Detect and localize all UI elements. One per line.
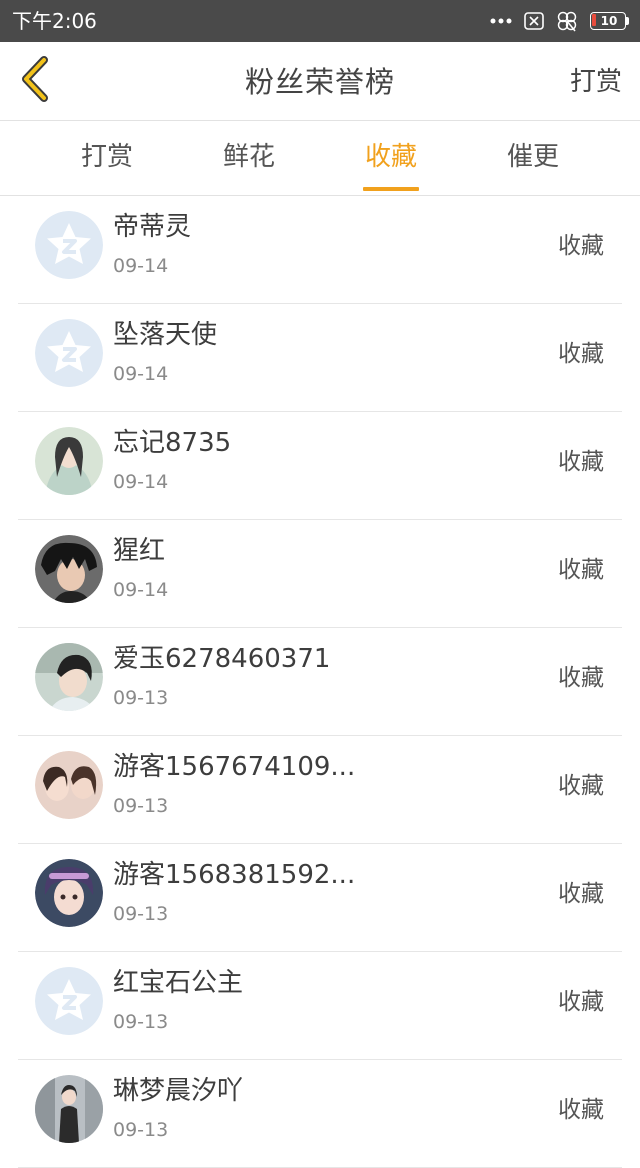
tab-bar: 打赏 鲜花 收藏 催更	[0, 121, 640, 196]
list-item[interactable]: 坠落天使 09-14 收藏	[18, 304, 622, 412]
item-date: 09-13	[113, 1011, 169, 1033]
user-avatar	[35, 643, 103, 711]
active-tab-indicator	[363, 187, 419, 191]
action-label: 收藏	[558, 449, 604, 475]
user-name: 红宝石公主	[113, 968, 244, 998]
tab-urge-update[interactable]: 催更	[462, 121, 604, 195]
tab-label: 鲜花	[222, 142, 275, 172]
user-avatar	[35, 1075, 103, 1143]
page-title: 粉丝荣誉榜	[244, 65, 395, 99]
item-date: 09-13	[113, 903, 169, 925]
fan-list: 帝蒂灵 09-14 收藏 坠落天使 09-14 收藏 忘记8735 09-14 …	[18, 196, 622, 1168]
reward-button[interactable]: 打赏	[570, 62, 622, 102]
action-label: 收藏	[558, 881, 604, 907]
status-bar: 下午2:06 10	[0, 0, 640, 42]
list-item[interactable]: 琳梦晨汐吖 09-13 收藏	[18, 1060, 622, 1168]
user-avatar	[35, 427, 103, 495]
header: 粉丝荣誉榜 打赏	[0, 42, 640, 121]
action-label: 收藏	[558, 665, 604, 691]
status-time: 下午2:06	[12, 9, 97, 33]
item-date: 09-14	[113, 255, 169, 277]
user-name: 游客1567674109...	[113, 752, 356, 782]
action-label: 收藏	[558, 989, 604, 1015]
user-name: 忘记8735	[113, 428, 232, 458]
user-name: 猩红	[113, 536, 166, 566]
tab-label: 催更	[506, 142, 559, 172]
user-avatar	[35, 535, 103, 603]
user-name: 坠落天使	[113, 320, 218, 350]
list-item[interactable]: 帝蒂灵 09-14 收藏	[18, 196, 622, 304]
tab-reward[interactable]: 打赏	[36, 121, 178, 195]
default-avatar-icon	[35, 967, 103, 1035]
user-avatar	[35, 751, 103, 819]
item-date: 09-14	[113, 471, 169, 493]
item-date: 09-14	[113, 579, 169, 601]
list-item[interactable]: 游客1568381592... 09-13 收藏	[18, 844, 622, 952]
user-name: 游客1568381592...	[113, 860, 356, 890]
action-label: 收藏	[558, 341, 604, 367]
list-item[interactable]: 忘记8735 09-14 收藏	[18, 412, 622, 520]
action-label: 收藏	[558, 233, 604, 259]
action-label: 收藏	[558, 1097, 604, 1123]
tab-label: 打赏	[80, 142, 133, 172]
battery-level: 10	[600, 14, 618, 28]
item-date: 09-13	[113, 1119, 169, 1141]
user-avatar	[35, 859, 103, 927]
list-item[interactable]: 游客1567674109... 09-13 收藏	[18, 736, 622, 844]
action-label: 收藏	[558, 773, 604, 799]
user-name: 帝蒂灵	[113, 212, 192, 242]
action-label: 收藏	[558, 557, 604, 583]
user-name: 琳梦晨汐吖	[113, 1076, 244, 1106]
tab-label: 收藏	[364, 142, 417, 172]
tab-flowers[interactable]: 鲜花	[178, 121, 320, 195]
default-avatar-icon	[35, 211, 103, 279]
notification-box-icon	[524, 12, 544, 30]
list-item[interactable]: 爱玉6278460371 09-13 收藏	[18, 628, 622, 736]
item-date: 09-14	[113, 363, 169, 385]
default-avatar-icon	[35, 319, 103, 387]
status-icons: 10	[490, 8, 630, 34]
user-name: 爱玉6278460371	[113, 644, 331, 674]
item-date: 09-13	[113, 795, 169, 817]
clover-icon	[556, 10, 578, 32]
item-date: 09-13	[113, 687, 169, 709]
tab-favorites[interactable]: 收藏	[320, 121, 462, 195]
list-item[interactable]: 红宝石公主 09-13 收藏	[18, 952, 622, 1060]
battery-icon: 10	[590, 12, 630, 30]
more-dots-icon	[490, 17, 512, 25]
list-item[interactable]: 猩红 09-14 收藏	[18, 520, 622, 628]
